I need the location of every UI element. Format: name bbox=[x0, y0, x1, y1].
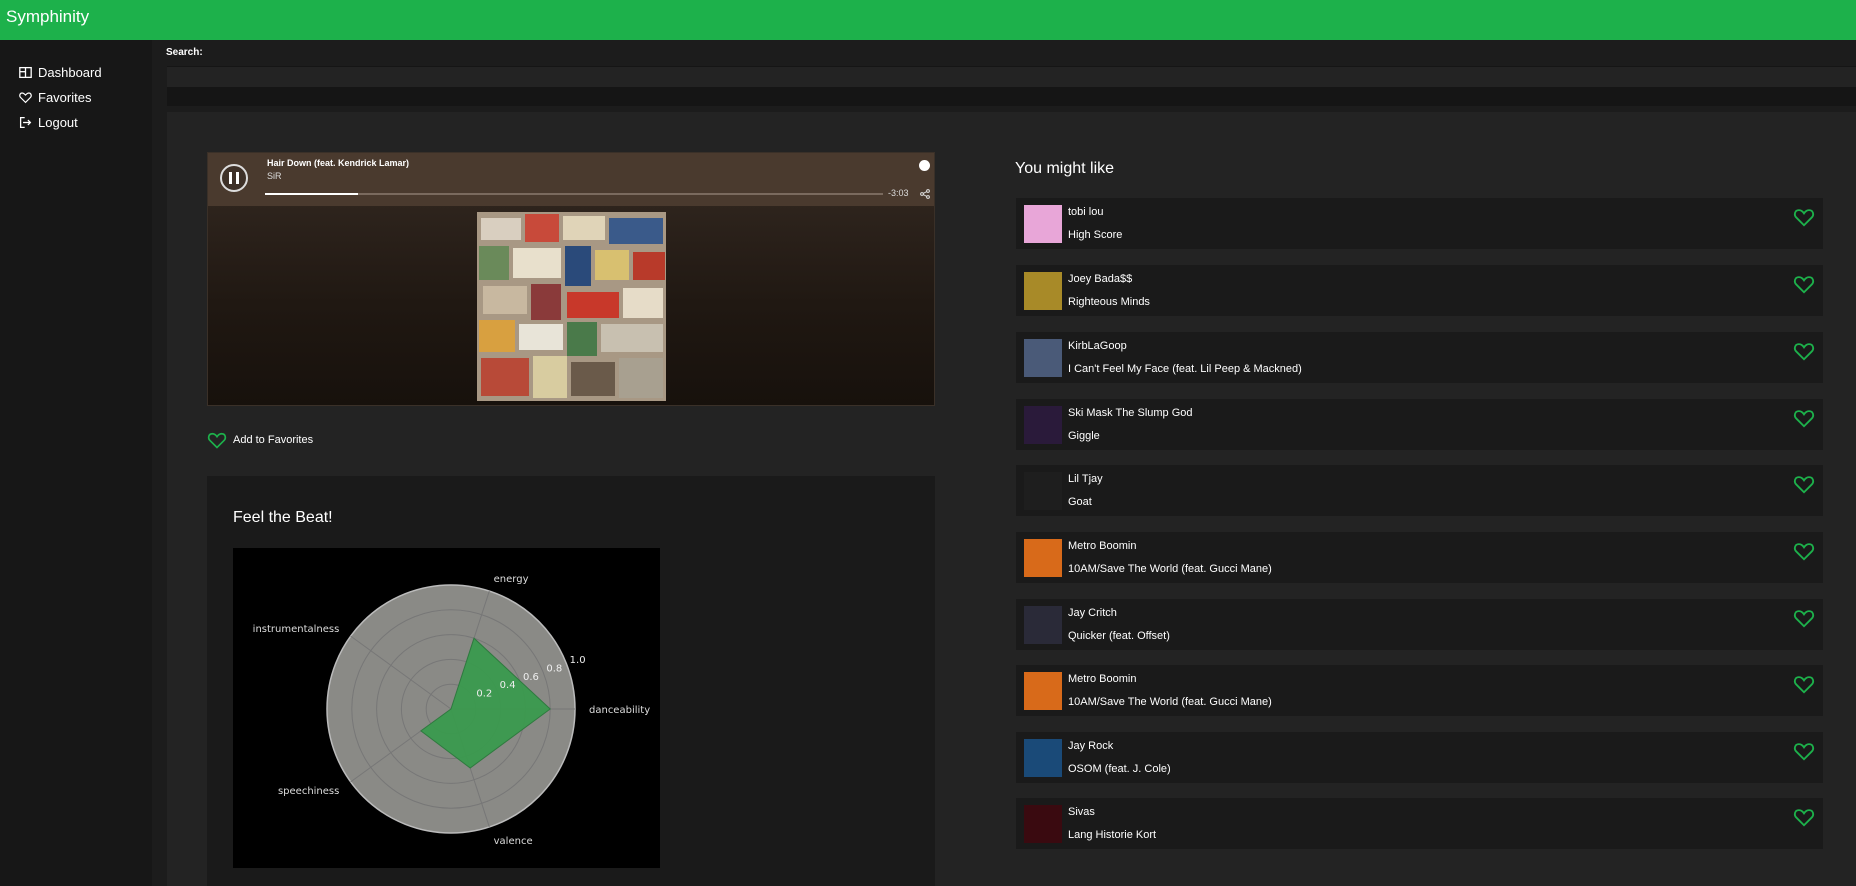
recommendation-item[interactable]: tobi lou High Score bbox=[1016, 198, 1823, 249]
sidebar-item-label: Dashboard bbox=[38, 65, 102, 80]
top-bar: Symphinity bbox=[0, 0, 1856, 40]
sidebar-item-label: Favorites bbox=[38, 90, 92, 105]
recommendation-artist: tobi lou bbox=[1068, 206, 1104, 218]
search-input[interactable] bbox=[167, 67, 1856, 87]
album-thumbnail bbox=[1024, 805, 1062, 843]
share-icon[interactable] bbox=[920, 189, 930, 199]
album-thumbnail bbox=[1024, 739, 1062, 777]
heart-icon[interactable] bbox=[1793, 407, 1815, 429]
album-thumbnail bbox=[1024, 406, 1062, 444]
radar-tick-label: 0.8 bbox=[546, 663, 562, 674]
recommendation-artist: Joey Bada$$ bbox=[1068, 273, 1133, 285]
radar-axis-label: danceability bbox=[589, 705, 650, 716]
heart-icon[interactable] bbox=[1793, 206, 1815, 228]
album-thumbnail bbox=[1024, 606, 1062, 644]
beat-title: Feel the Beat! bbox=[233, 509, 333, 526]
recommendation-item[interactable]: Jay Critch Quicker (feat. Offset) bbox=[1016, 599, 1823, 650]
logout-icon bbox=[19, 116, 32, 129]
track-artist[interactable]: SiR bbox=[267, 171, 282, 181]
sidebar-item-dashboard[interactable]: Dashboard bbox=[19, 65, 102, 80]
recommendation-track: Quicker (feat. Offset) bbox=[1068, 630, 1170, 642]
recommendation-item[interactable]: KirbLaGoop I Can't Feel My Face (feat. Li… bbox=[1016, 332, 1823, 383]
recommendation-track: Giggle bbox=[1068, 430, 1100, 442]
album-art bbox=[477, 212, 666, 401]
pause-icon bbox=[229, 172, 239, 184]
recommendation-artist: Jay Rock bbox=[1068, 740, 1114, 752]
recommendation-track: Righteous Minds bbox=[1068, 296, 1150, 308]
radar-axis-label: instrumentalness bbox=[253, 624, 340, 635]
album-thumbnail bbox=[1024, 472, 1062, 510]
recommendation-item[interactable]: Metro Boomin 10AM/Save The World (feat. G… bbox=[1016, 532, 1823, 583]
add-to-favorites-button[interactable]: Add to Favorites bbox=[207, 430, 313, 450]
app-brand[interactable]: Symphinity bbox=[6, 7, 89, 27]
track-title: Hair Down (feat. Kendrick Lamar) bbox=[267, 158, 410, 168]
recommendation-track: 10AM/Save The World (feat. Gucci Mane) bbox=[1068, 563, 1272, 575]
heart-icon[interactable] bbox=[1793, 607, 1815, 629]
radar-axis-label: speechiness bbox=[278, 786, 339, 797]
recommendation-item[interactable]: Metro Boomin 10AM/Save The World (feat. G… bbox=[1016, 665, 1823, 716]
content-panel: Hair Down (feat. Kendrick Lamar) SiR -3:… bbox=[167, 112, 1856, 886]
recommendation-artist: KirbLaGoop bbox=[1068, 340, 1127, 352]
heart-icon[interactable] bbox=[1793, 806, 1815, 828]
album-thumbnail bbox=[1024, 205, 1062, 243]
recommendations-title: You might like bbox=[1015, 160, 1115, 177]
recommendation-track: I Can't Feel My Face (feat. Lil Peep & M… bbox=[1068, 363, 1302, 375]
heart-icon[interactable] bbox=[1793, 540, 1815, 562]
search-label: Search: bbox=[166, 47, 203, 58]
radar-tick-label: 1.0 bbox=[570, 655, 586, 666]
radar-axis-label: energy bbox=[494, 574, 529, 585]
recommendation-artist: Ski Mask The Slump God bbox=[1068, 407, 1193, 419]
time-remaining: -3:03 bbox=[888, 188, 909, 198]
progress-bar[interactable] bbox=[265, 193, 883, 195]
sidebar-item-label: Logout bbox=[38, 115, 78, 130]
sidebar-item-favorites[interactable]: Favorites bbox=[19, 90, 91, 105]
progress-fill bbox=[265, 193, 358, 195]
radar-tick-label: 0.2 bbox=[476, 689, 492, 700]
album-thumbnail bbox=[1024, 339, 1062, 377]
recommendation-artist: Metro Boomin bbox=[1068, 540, 1137, 552]
recommendation-item[interactable]: Ski Mask The Slump God Giggle bbox=[1016, 399, 1823, 450]
recommendation-item[interactable]: Jay Rock OSOM (feat. J. Cole) bbox=[1016, 732, 1823, 783]
album-thumbnail bbox=[1024, 672, 1062, 710]
pause-button[interactable] bbox=[220, 164, 248, 192]
recommendation-item[interactable]: Joey Bada$$ Righteous Minds bbox=[1016, 265, 1823, 316]
heart-icon bbox=[19, 92, 32, 104]
radar-chart: 0.2 0.4 0.6 0.8 1.0 danceability energy instrum… bbox=[233, 548, 660, 868]
recommendation-item[interactable]: Lil Tjay Goat bbox=[1016, 465, 1823, 516]
recommendation-track: Lang Historie Kort bbox=[1068, 829, 1157, 841]
album-thumbnail bbox=[1024, 272, 1062, 310]
recommendation-track: OSOM (feat. J. Cole) bbox=[1068, 763, 1171, 775]
sidebar-item-logout[interactable]: Logout bbox=[19, 115, 78, 130]
recommendation-artist: Jay Critch bbox=[1068, 607, 1117, 619]
radar-tick-label: 0.6 bbox=[523, 672, 539, 683]
heart-icon[interactable] bbox=[1793, 473, 1815, 495]
player-header: Hair Down (feat. Kendrick Lamar) SiR -3:… bbox=[208, 153, 934, 206]
heart-icon[interactable] bbox=[1793, 673, 1815, 695]
heart-icon[interactable] bbox=[1793, 340, 1815, 362]
recommendation-artist: Lil Tjay bbox=[1068, 473, 1103, 485]
add-to-favorites-label: Add to Favorites bbox=[233, 434, 314, 446]
sidebar: Dashboard Favorites Logout bbox=[0, 40, 152, 886]
recommendation-item[interactable]: Sivas Lang Historie Kort bbox=[1016, 798, 1823, 849]
recommendation-track: 10AM/Save The World (feat. Gucci Mane) bbox=[1068, 696, 1272, 708]
radar-axis-label: valence bbox=[494, 836, 533, 847]
heart-icon[interactable] bbox=[1793, 273, 1815, 295]
heart-icon[interactable] bbox=[1793, 740, 1815, 762]
dashboard-icon bbox=[19, 66, 32, 79]
main-area: Search: Hair Down (feat. Kendrick Lamar)… bbox=[152, 40, 1856, 886]
recommendation-artist: Metro Boomin bbox=[1068, 673, 1137, 685]
album-thumbnail bbox=[1024, 539, 1062, 577]
recommendation-artist: Sivas bbox=[1068, 806, 1095, 818]
spotify-icon[interactable] bbox=[919, 160, 930, 171]
spotify-player: Hair Down (feat. Kendrick Lamar) SiR -3:… bbox=[207, 152, 935, 406]
heart-icon bbox=[207, 432, 227, 449]
recommendation-track: Goat bbox=[1068, 496, 1092, 508]
radar-tick-label: 0.4 bbox=[500, 680, 516, 691]
recommendation-track: High Score bbox=[1068, 229, 1123, 241]
feel-the-beat-card: Feel the Beat! 0.2 0.4 0.6 0.8 1.0 danceabili… bbox=[207, 476, 935, 886]
